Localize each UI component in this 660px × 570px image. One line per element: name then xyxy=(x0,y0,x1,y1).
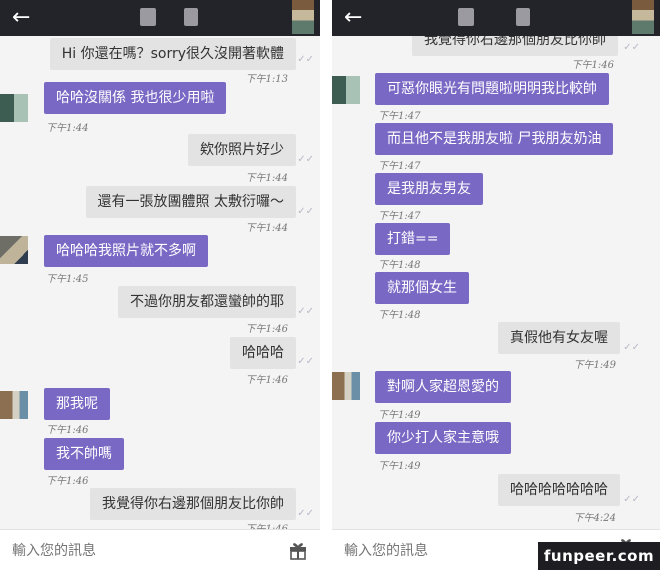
message-outgoing: 真假他有女友喔 xyxy=(498,322,620,354)
message-text: 那我呢 xyxy=(44,388,110,420)
message-time: 下午1:46 xyxy=(46,425,89,436)
message-time: 下午1:46 xyxy=(245,375,288,386)
message-text: 是我朋友男友 xyxy=(375,173,483,205)
read-check-icon: ✓✓ xyxy=(623,342,640,353)
top-bar: ← xyxy=(0,0,320,36)
read-check-icon: ✓✓ xyxy=(623,42,640,53)
message-text: 哈哈哈我照片就不多啊 xyxy=(44,235,208,267)
message-incoming: 我不帥嗎 xyxy=(44,438,124,470)
message-list[interactable]: 我覺得你右邊那個朋友比你帥 下午1:46 ✓✓ 可惡你眼光有問題啦明明我比較帥 … xyxy=(332,36,660,530)
message-time: 下午1:44 xyxy=(245,223,288,234)
message-incoming: 是我朋友男友 xyxy=(375,173,483,205)
message-time: 下午1:47 xyxy=(378,111,421,122)
message-outgoing: 我覺得你右邊那個朋友比你帥 xyxy=(90,488,296,520)
read-check-icon: ✓✓ xyxy=(297,306,314,317)
message-time: 下午1:49 xyxy=(378,461,421,472)
message-text: 哈哈哈哈哈哈哈 xyxy=(498,474,620,506)
message-time: 下午1:44 xyxy=(245,173,288,184)
sender-avatar[interactable] xyxy=(0,391,28,419)
chat-panel-left: ← Hi 你還在嗎？sorry很久沒開著軟體 下午1:13 ✓✓ 哈哈沒關係 我… xyxy=(0,0,320,570)
message-text: 欸你照片好少 xyxy=(188,134,296,166)
blurred-contact-name xyxy=(458,8,474,26)
message-outgoing: 哈哈哈 xyxy=(230,337,296,369)
gift-icon[interactable] xyxy=(288,540,308,560)
read-check-icon: ✓✓ xyxy=(297,508,314,519)
message-text: Hi 你還在嗎？sorry很久沒開著軟體 xyxy=(49,38,296,70)
message-incoming: 那我呢 xyxy=(44,388,110,420)
back-arrow-icon[interactable]: ← xyxy=(12,6,30,30)
message-outgoing: 不過你朋友都還蠻帥的耶 xyxy=(118,286,296,318)
read-check-icon: ✓✓ xyxy=(297,54,314,65)
message-outgoing: 我覺得你右邊那個朋友比你帥 xyxy=(412,36,618,56)
read-check-icon: ✓✓ xyxy=(297,356,314,367)
message-text: 而且他不是我朋友啦 尸我朋友奶油 xyxy=(375,123,614,155)
message-time: 下午1:13 xyxy=(245,74,288,85)
read-check-icon: ✓✓ xyxy=(297,154,314,165)
read-check-icon: ✓✓ xyxy=(297,206,314,217)
sender-avatar[interactable] xyxy=(0,94,28,122)
message-time: 下午1:46 xyxy=(245,324,288,335)
message-time: 下午1:45 xyxy=(46,274,89,285)
message-text: 我覺得你右邊那個朋友比你帥 xyxy=(90,488,296,520)
message-text: 你少打人家主意哦 xyxy=(375,422,511,454)
message-incoming: 而且他不是我朋友啦 尸我朋友奶油 xyxy=(375,123,614,155)
message-text: 哈哈沒關係 我也很少用啦 xyxy=(44,82,227,114)
blurred-contact-name xyxy=(516,8,530,26)
message-time: 下午1:49 xyxy=(573,360,616,371)
message-text: 真假他有女友喔 xyxy=(498,322,620,354)
message-outgoing: 欸你照片好少 xyxy=(188,134,296,166)
message-text: 不過你朋友都還蠻帥的耶 xyxy=(118,286,296,318)
message-incoming: 對啊人家超恩愛的 xyxy=(375,371,511,403)
message-incoming: 哈哈哈我照片就不多啊 xyxy=(44,235,208,267)
message-text: 哈哈哈 xyxy=(230,337,296,369)
message-time: 下午1:48 xyxy=(378,260,421,271)
message-text: 還有一張放團體照 太敷衍囉～ xyxy=(85,186,296,218)
blurred-contact-name xyxy=(140,8,156,26)
message-text: 我覺得你右邊那個朋友比你帥 xyxy=(412,36,618,56)
message-text: 對啊人家超恩愛的 xyxy=(375,371,511,403)
message-outgoing: 還有一張放團體照 太敷衍囉～ xyxy=(85,186,296,218)
message-incoming: 你少打人家主意哦 xyxy=(375,422,511,454)
message-text: 我不帥嗎 xyxy=(44,438,124,470)
contact-avatar[interactable] xyxy=(632,0,654,34)
blurred-contact-name xyxy=(184,8,198,26)
read-check-icon: ✓✓ xyxy=(623,494,640,505)
message-outgoing: Hi 你還在嗎？sorry很久沒開著軟體 xyxy=(49,38,296,70)
message-time: 下午1:47 xyxy=(378,161,421,172)
message-time: 下午1:47 xyxy=(378,211,421,222)
message-text: 就那個女生 xyxy=(375,272,469,304)
message-time: 下午1:46 xyxy=(46,476,89,487)
message-text: 可惡你眼光有問題啦明明我比較帥 xyxy=(375,73,609,105)
message-text: 打錯== xyxy=(375,223,451,255)
message-time: 下午1:46 xyxy=(571,60,614,71)
contact-avatar[interactable] xyxy=(292,0,314,34)
message-incoming: 可惡你眼光有問題啦明明我比較帥 xyxy=(375,73,609,105)
sender-avatar[interactable] xyxy=(0,236,28,264)
message-time: 下午1:48 xyxy=(378,310,421,321)
message-outgoing: 哈哈哈哈哈哈哈 xyxy=(498,474,620,506)
site-watermark: funpeer.com xyxy=(538,542,660,570)
chat-panel-right: ← 我覺得你右邊那個朋友比你帥 下午1:46 ✓✓ 可惡你眼光有問題啦明明我比較… xyxy=(332,0,660,570)
message-input[interactable] xyxy=(10,538,264,564)
message-incoming: 哈哈沒關係 我也很少用啦 xyxy=(44,82,227,114)
message-time: 下午1:49 xyxy=(378,410,421,421)
message-time: 下午4:24 xyxy=(573,513,616,524)
top-bar: ← xyxy=(332,0,660,36)
back-arrow-icon[interactable]: ← xyxy=(344,6,362,30)
message-list[interactable]: Hi 你還在嗎？sorry很久沒開著軟體 下午1:13 ✓✓ 哈哈沒關係 我也很… xyxy=(0,36,320,530)
message-composer xyxy=(0,529,320,570)
message-incoming: 就那個女生 xyxy=(375,272,469,304)
sender-avatar[interactable] xyxy=(332,372,360,400)
sender-avatar[interactable] xyxy=(332,76,360,104)
message-incoming: 打錯== xyxy=(375,223,451,255)
message-time: 下午1:44 xyxy=(46,123,89,134)
